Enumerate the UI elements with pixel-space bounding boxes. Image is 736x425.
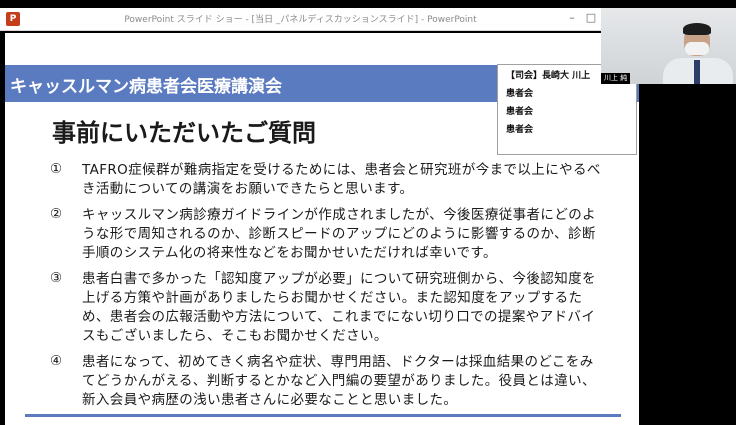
footer-divider <box>25 414 621 417</box>
powerpoint-title-bar: P PowerPoint スライド ショー - [当日 _パネルディスカッション… <box>0 8 601 31</box>
speaker-hair <box>683 23 711 35</box>
speaker-mask <box>685 42 709 55</box>
minimize-icon[interactable]: – <box>566 12 578 24</box>
webcam-name-label: 川上 純 <box>601 73 631 84</box>
question-number: ② <box>50 206 63 222</box>
speaker-tie <box>694 60 700 84</box>
window-title: PowerPoint スライド ショー - [当日 _パネルディスカッションスラ… <box>124 15 477 25</box>
question-item: ① TAFRO症候群が難病指定を受けるためには、患者会と研究班が今まで以上にやる… <box>50 161 606 199</box>
question-item: ③ 患者白書で多かった「認知度アップが必要」について研究班側から、今後認知度を上… <box>50 270 606 346</box>
question-number: ① <box>50 161 63 177</box>
gallery-background <box>639 84 736 425</box>
question-text: 患者になって、初めてきく病名や症状、専門用語、ドクターは採血結果のどこをみてどう… <box>82 354 596 408</box>
banner-title: キャッスルマン病患者会医療講演会 <box>10 77 282 97</box>
question-item: ② キャッスルマン病診療ガイドラインが作成されましたが、今後医療従事者にどのよう… <box>50 206 606 263</box>
question-number: ④ <box>50 353 63 369</box>
question-number: ③ <box>50 270 63 286</box>
maximize-icon[interactable]: □ <box>585 12 597 24</box>
slide-heading: 事前にいただいたご質問 <box>52 119 316 147</box>
question-text: 患者白書で多かった「認知度アップが必要」について研究班側から、今後認知度を上げる… <box>82 271 596 344</box>
panelist-patient-group: 患者会 <box>506 107 534 117</box>
panelist-patient-group: 患者会 <box>506 89 534 99</box>
panelist-patient-group: 患者会 <box>506 125 534 135</box>
question-text: キャッスルマン病診療ガイドラインが作成されましたが、今後医療従事者にどのような形… <box>82 207 597 261</box>
question-item: ④ 患者になって、初めてきく病名や症状、専門用語、ドクターは採血結果のどこをみて… <box>50 353 606 410</box>
question-list: ① TAFRO症候群が難病指定を受けるためには、患者会と研究班が今まで以上にやる… <box>50 161 606 417</box>
question-text: TAFRO症候群が難病指定を受けるためには、患者会と研究班が今まで以上にやるべき… <box>82 162 601 197</box>
